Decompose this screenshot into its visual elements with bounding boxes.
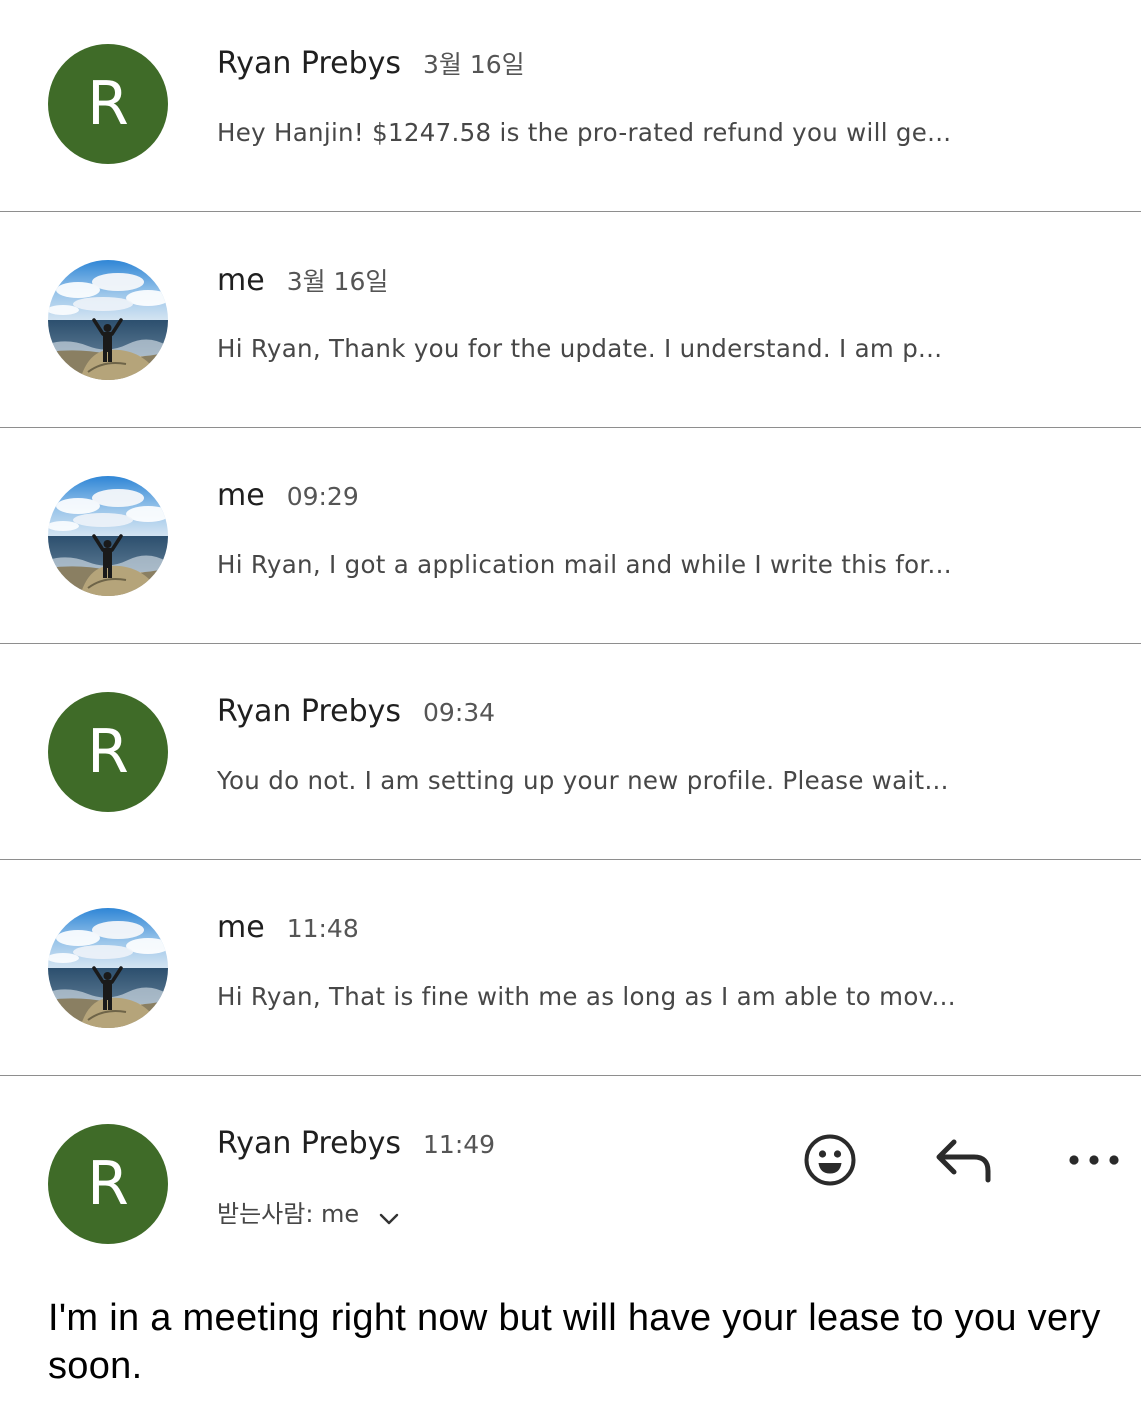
message-snippet: Hey Hanjin! $1247.58 is the pro-rated re… xyxy=(217,118,952,147)
message-time: 11:49 xyxy=(423,1130,496,1159)
message-row[interactable]: me 09:29 Hi Ryan, I got a application mai… xyxy=(0,428,1141,644)
chevron-down-icon xyxy=(379,1213,399,1225)
sender-line: me 3월 16일 xyxy=(217,262,388,298)
sender-name: Ryan Prebys xyxy=(217,46,402,81)
message-time: 09:34 xyxy=(423,698,496,727)
more-horizontal-icon[interactable] xyxy=(1066,1152,1122,1168)
message-snippet: Hi Ryan, That is fine with me as long as… xyxy=(217,982,956,1011)
message-time: 11:48 xyxy=(286,914,359,943)
sender-line: me 11:48 xyxy=(217,910,359,945)
sender-line: Ryan Prebys 11:49 xyxy=(217,1126,495,1161)
message-row[interactable]: R Ryan Prebys 3월 16일 Hey Hanjin! $1247.58… xyxy=(0,0,1141,212)
reply-arrow-icon[interactable] xyxy=(934,1136,994,1186)
recipient-toggle[interactable]: 받는사람: me xyxy=(217,1194,401,1229)
message-time: 3월 16일 xyxy=(423,50,525,79)
sender-line: me 09:29 xyxy=(217,478,359,513)
sender-name: me xyxy=(217,263,265,298)
profile-photo xyxy=(48,476,168,596)
message-row[interactable]: me 3월 16일 Hi Ryan, Thank you for the upda… xyxy=(0,212,1141,428)
sender-name: me xyxy=(217,478,265,513)
message-snippet: Hi Ryan, I got a application mail and wh… xyxy=(217,550,952,579)
message-time: 09:29 xyxy=(286,482,359,511)
sender-name: Ryan Prebys xyxy=(217,694,402,729)
avatar: R xyxy=(48,692,168,812)
smiley-face-icon[interactable] xyxy=(802,1132,858,1188)
avatar xyxy=(48,476,168,596)
message-snippet: Hi Ryan, Thank you for the update. I und… xyxy=(217,334,943,363)
sender-line: Ryan Prebys 3월 16일 xyxy=(217,45,525,81)
message-time: 3월 16일 xyxy=(286,267,389,296)
message-snippet: You do not. I am setting up your new pro… xyxy=(217,766,949,795)
message-body: I'm in a meeting right now but will have… xyxy=(48,1297,1101,1387)
avatar: R xyxy=(48,44,168,164)
profile-photo xyxy=(48,908,168,1028)
avatar: R xyxy=(48,1124,168,1244)
sender-name: Ryan Prebys xyxy=(217,1126,402,1161)
message-row[interactable]: R Ryan Prebys 09:34 You do not. I am sett… xyxy=(0,644,1141,860)
recipient-label: 받는사람: me xyxy=(217,1200,360,1228)
profile-photo xyxy=(48,260,168,380)
open-message: R Ryan Prebys 11:49 받는사람: me I'm in a mee… xyxy=(0,1076,1141,1416)
avatar xyxy=(48,260,168,380)
message-row[interactable]: me 11:48 Hi Ryan, That is fine with me as… xyxy=(0,860,1141,1076)
sender-line: Ryan Prebys 09:34 xyxy=(217,694,495,729)
sender-name: me xyxy=(217,910,265,945)
avatar xyxy=(48,908,168,1028)
